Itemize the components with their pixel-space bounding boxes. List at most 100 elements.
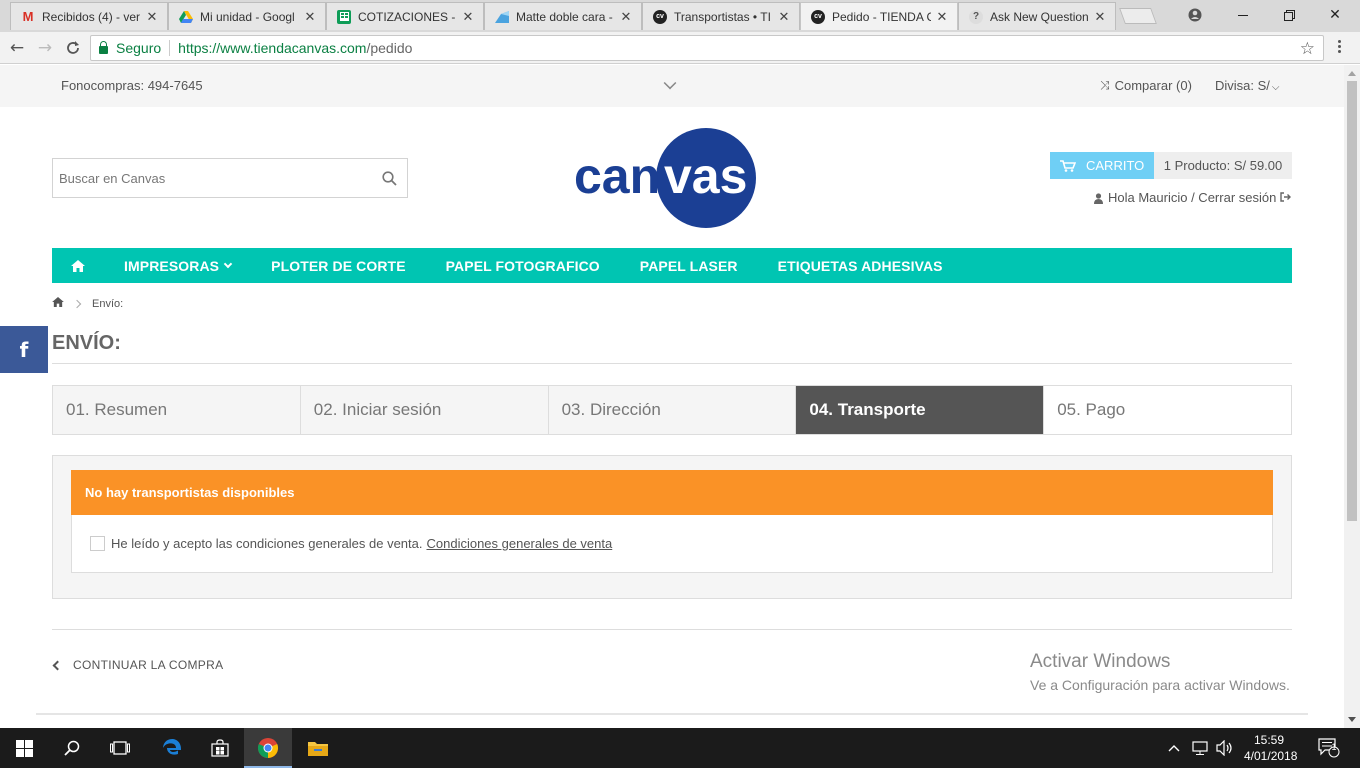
close-icon[interactable]: ✕ xyxy=(303,9,317,25)
close-window-button[interactable]: ✕ xyxy=(1312,0,1358,30)
nav-item-ploter[interactable]: PLOTER DE CORTE xyxy=(271,258,406,274)
continue-label: CONTINUAR LA COMPRA xyxy=(73,658,224,672)
search-box xyxy=(52,158,408,198)
bookmark-star-icon[interactable]: ☆ xyxy=(1300,39,1315,59)
no-carriers-alert: No hay transportistas disponibles xyxy=(71,470,1273,515)
divider xyxy=(52,363,1292,364)
logout-icon[interactable] xyxy=(1280,190,1292,205)
main-navigation: IMPRESORAS PLOTER DE CORTE PAPEL FOTOGRA… xyxy=(52,248,1292,283)
canvas-logo[interactable]: can vas xyxy=(572,127,772,229)
home-icon[interactable] xyxy=(52,297,64,310)
cart-button[interactable]: CARRITO xyxy=(1050,152,1154,179)
step-direccion[interactable]: 03. Dirección xyxy=(548,386,797,434)
windows-taskbar: 15:59 4/01/2018 1 xyxy=(0,728,1360,768)
logo-text-left: can xyxy=(574,148,660,204)
shop-icon xyxy=(495,10,509,24)
search-icon[interactable] xyxy=(48,728,96,768)
terms-link[interactable]: Condiciones generales de venta xyxy=(426,536,612,551)
step-iniciar-sesion[interactable]: 02. Iniciar sesión xyxy=(300,386,549,434)
close-icon[interactable]: ✕ xyxy=(935,9,949,25)
scroll-up-arrow[interactable] xyxy=(1348,71,1356,76)
secure-label: Seguro xyxy=(116,40,162,56)
reload-icon[interactable] xyxy=(62,37,84,59)
close-icon[interactable]: ✕ xyxy=(619,9,633,25)
forward-icon[interactable]: → xyxy=(34,37,56,59)
search-input[interactable] xyxy=(59,170,369,186)
close-icon[interactable]: ✕ xyxy=(461,9,475,25)
chevron-down-icon: ⌵ xyxy=(1271,82,1280,93)
divider xyxy=(169,40,171,56)
step-pago: 05. Pago xyxy=(1044,386,1291,434)
browser-tab[interactable]: Mi unidad - Googl ✕ xyxy=(168,2,326,30)
browser-toolbar: ← → Seguro https://www.tiendacanvas.com /… xyxy=(0,32,1360,64)
divider xyxy=(36,713,1308,715)
chevron-right-icon xyxy=(72,299,82,308)
facebook-icon[interactable]: f xyxy=(0,326,48,373)
back-icon[interactable]: ← xyxy=(6,37,28,59)
compare-label: Comparar (0) xyxy=(1114,78,1192,93)
nav-item-papel-fotografico[interactable]: PAPEL FOTOGRAFICO xyxy=(446,258,600,274)
browser-tab[interactable]: ? Ask New Question ✕ xyxy=(958,2,1116,30)
new-tab-button[interactable] xyxy=(1119,8,1157,24)
browser-tab[interactable]: Matte doble cara - ✕ xyxy=(484,2,642,30)
page-viewport: Fonocompras: 494-7645 ⤨ Comparar (0) Div… xyxy=(0,65,1344,728)
show-hidden-icons[interactable] xyxy=(1168,728,1180,768)
network-icon[interactable] xyxy=(1192,728,1210,768)
compare-link[interactable]: ⤨ Comparar (0) xyxy=(1100,78,1192,93)
currency-label: Divisa: S/ xyxy=(1215,78,1270,93)
cart-icon xyxy=(1060,159,1077,172)
browser-menu-icon[interactable] xyxy=(1338,40,1342,55)
step-resumen[interactable]: 01. Resumen xyxy=(53,386,301,434)
volume-icon[interactable] xyxy=(1216,728,1234,768)
windows-activation-watermark: Activar Windows Ve a Configuración para … xyxy=(1030,651,1290,693)
user-account[interactable]: Hola Mauricio / Cerrar sesión xyxy=(1094,190,1292,205)
nav-label: IMPRESORAS xyxy=(124,257,220,274)
minimize-button[interactable] xyxy=(1220,0,1266,30)
close-icon[interactable]: ✕ xyxy=(145,9,159,25)
watermark-title: Activar Windows xyxy=(1030,651,1171,672)
chrome-icon[interactable] xyxy=(244,728,292,768)
close-icon[interactable]: ✕ xyxy=(1093,9,1107,25)
shuffle-icon: ⤨ xyxy=(1100,78,1110,92)
currency-selector[interactable]: Divisa: S/⌵ xyxy=(1215,78,1280,93)
terms-row: He leído y acepto las condiciones genera… xyxy=(71,515,1273,573)
restore-button[interactable] xyxy=(1266,0,1312,30)
task-view-icon[interactable] xyxy=(96,728,144,768)
scroll-thumb[interactable] xyxy=(1347,81,1357,521)
address-bar[interactable]: Seguro https://www.tiendacanvas.com/pedi… xyxy=(90,35,1324,61)
edge-icon[interactable] xyxy=(148,728,196,768)
action-center-icon[interactable]: 1 xyxy=(1318,728,1340,768)
file-explorer-icon[interactable] xyxy=(294,728,342,768)
system-clock[interactable]: 15:59 4/01/2018 xyxy=(1244,732,1297,764)
nav-item-impresoras[interactable]: IMPRESORAS xyxy=(124,257,233,274)
sheets-icon xyxy=(337,9,351,24)
page-scrollbar[interactable] xyxy=(1344,65,1360,728)
chevron-down-icon xyxy=(223,259,233,268)
lock-icon xyxy=(99,40,108,54)
close-icon[interactable]: ✕ xyxy=(777,9,791,25)
question-icon: ? xyxy=(969,9,983,24)
user-icon xyxy=(1094,192,1103,204)
browser-tab[interactable]: cv Transportistas • TI ✕ xyxy=(642,2,800,30)
search-icon[interactable] xyxy=(382,171,397,186)
browser-tab[interactable]: M Recibidos (4) - ver ✕ xyxy=(10,2,168,30)
canvas-icon: cv xyxy=(811,9,825,24)
home-icon[interactable] xyxy=(52,259,104,272)
browser-tab-active[interactable]: cv Pedido - TIENDA C ✕ xyxy=(800,2,958,30)
canvas-icon: cv xyxy=(653,9,667,24)
continue-shopping-link[interactable]: CONTINUAR LA COMPRA xyxy=(52,658,223,672)
terms-checkbox[interactable] xyxy=(90,536,105,551)
watermark-subtitle: Ve a Configuración para activar Windows. xyxy=(1030,677,1290,693)
greeting-logout[interactable]: Hola Mauricio / Cerrar sesión xyxy=(1108,190,1276,205)
chevron-down-icon[interactable] xyxy=(663,76,677,90)
browser-tab[interactable]: COTIZACIONES - K ✕ xyxy=(326,2,484,30)
nav-item-papel-laser[interactable]: PAPEL LASER xyxy=(640,258,738,274)
drive-icon xyxy=(179,10,193,24)
scroll-down-arrow[interactable] xyxy=(1348,717,1356,722)
nav-item-etiquetas[interactable]: ETIQUETAS ADHESIVAS xyxy=(778,258,943,274)
profile-icon[interactable] xyxy=(1172,0,1218,30)
store-icon[interactable] xyxy=(196,728,244,768)
tab-title: Transportistas • TI xyxy=(674,9,771,24)
windows-start-icon[interactable] xyxy=(0,728,48,768)
cart-summary[interactable]: 1 Producto: S/ 59.00 xyxy=(1154,152,1292,179)
